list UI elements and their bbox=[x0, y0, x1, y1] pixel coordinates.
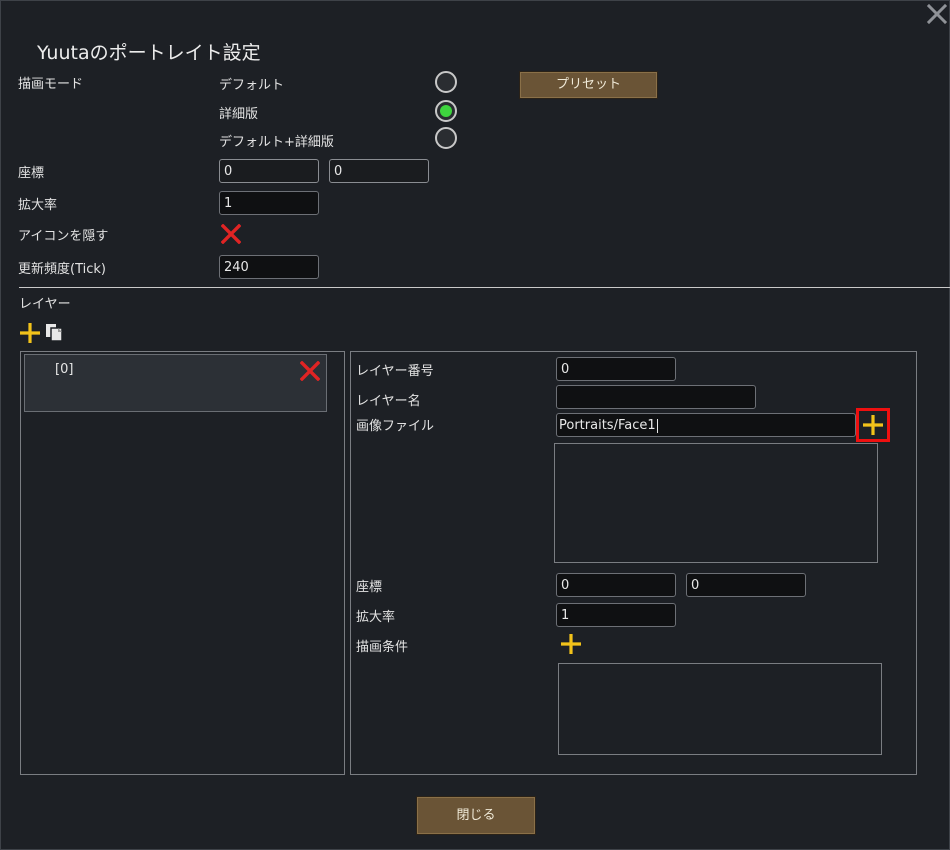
scale-label: 拡大率 bbox=[18, 198, 58, 213]
layer-scale-input[interactable]: 1 bbox=[556, 603, 676, 627]
section-divider bbox=[19, 287, 950, 288]
update-frequency-input[interactable]: 240 bbox=[219, 255, 319, 279]
layer-number-input[interactable]: 0 bbox=[556, 357, 676, 381]
preset-button[interactable]: プリセット bbox=[519, 71, 658, 99]
draw-mode-option-default-radio[interactable] bbox=[435, 71, 457, 93]
layer-number-label: レイヤー番号 bbox=[356, 364, 434, 379]
add-layer-plus-icon[interactable] bbox=[19, 322, 41, 344]
scale-input[interactable]: 1 bbox=[219, 191, 319, 215]
layer-list-panel bbox=[20, 351, 345, 775]
delete-layer-cross-icon[interactable] bbox=[299, 360, 321, 382]
close-icon[interactable] bbox=[926, 3, 948, 25]
draw-mode-option-both-label: デフォルト+詳細版 bbox=[219, 135, 334, 150]
close-button[interactable]: 閉じる bbox=[416, 796, 536, 835]
draw-mode-option-both-radio[interactable] bbox=[435, 127, 457, 149]
image-file-label: 画像ファイル bbox=[356, 419, 435, 434]
draw-condition-label: 描画条件 bbox=[356, 640, 409, 655]
layer-coord-y-input[interactable]: 0 bbox=[686, 573, 806, 597]
image-file-input[interactable]: Portraits/Face1 bbox=[556, 413, 856, 437]
hide-icon-label: アイコンを隠す bbox=[18, 229, 109, 244]
layer-name-label: レイヤー名 bbox=[356, 394, 421, 409]
layer-name-input[interactable] bbox=[556, 385, 756, 409]
text-caret bbox=[656, 418, 658, 433]
layer-item-label: [0] bbox=[55, 362, 74, 377]
image-file-value: Portraits/Face1 bbox=[559, 418, 656, 433]
coord-y-input[interactable]: 0 bbox=[329, 159, 429, 183]
draw-condition-list[interactable] bbox=[558, 663, 882, 755]
layers-section-label: レイヤー bbox=[19, 297, 71, 312]
dialog-title: Yuutaのポートレイト設定 bbox=[37, 42, 261, 64]
coord-x-input[interactable]: 0 bbox=[219, 159, 319, 183]
add-condition-plus-icon[interactable] bbox=[560, 633, 582, 655]
draw-mode-option-default-label: デフォルト bbox=[219, 78, 285, 93]
coords-label: 座標 bbox=[18, 166, 45, 181]
update-frequency-label: 更新頻度(Tick) bbox=[18, 262, 106, 277]
add-image-plus-icon[interactable] bbox=[862, 414, 884, 436]
portrait-settings-dialog: Yuutaのポートレイト設定 描画モード デフォルト 詳細版 デフォルト+詳細版… bbox=[0, 0, 950, 850]
image-preview-area[interactable] bbox=[554, 443, 878, 563]
draw-mode-label: 描画モード bbox=[18, 77, 84, 92]
copy-icon[interactable] bbox=[45, 323, 65, 343]
layer-scale-label: 拡大率 bbox=[356, 610, 396, 625]
cross-icon[interactable] bbox=[220, 223, 242, 245]
layer-coord-x-input[interactable]: 0 bbox=[556, 573, 676, 597]
draw-mode-option-detail-radio[interactable] bbox=[435, 100, 457, 122]
layer-list-item[interactable]: [0] bbox=[24, 354, 327, 412]
layer-coords-label: 座標 bbox=[356, 580, 383, 595]
draw-mode-option-detail-label: 詳細版 bbox=[219, 107, 259, 122]
